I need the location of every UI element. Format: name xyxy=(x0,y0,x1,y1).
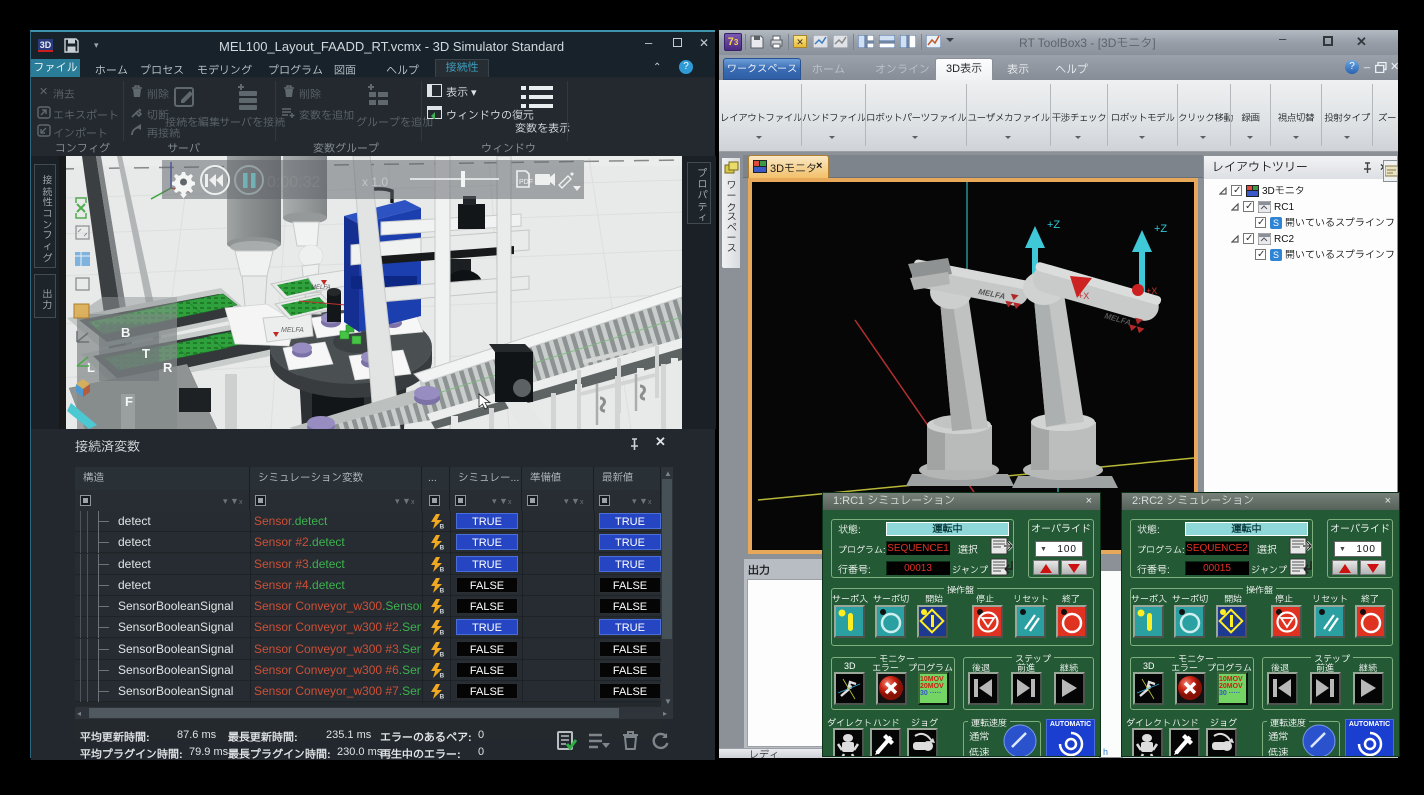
svg-text:B: B xyxy=(440,567,445,573)
svg-text:F: F xyxy=(125,394,133,409)
svg-text:B: B xyxy=(440,609,445,615)
svg-text:B: B xyxy=(440,524,445,530)
svg-text:PDF: PDF xyxy=(519,179,533,186)
svg-text:+X: +X xyxy=(1078,291,1089,301)
svg-text:0:00:32: 0:00:32 xyxy=(267,174,320,191)
svg-text:MELFA: MELFA xyxy=(311,285,331,291)
svg-text:T: T xyxy=(142,346,150,361)
svg-text:B: B xyxy=(440,694,445,700)
svg-text:B: B xyxy=(440,545,445,551)
svg-text:B: B xyxy=(440,673,445,679)
svg-text:MELFA: MELFA xyxy=(281,327,304,334)
svg-text:B: B xyxy=(121,325,130,340)
svg-text:B: B xyxy=(440,652,445,658)
svg-text:B: B xyxy=(440,588,445,594)
svg-text:R: R xyxy=(163,360,173,375)
svg-text:B: B xyxy=(440,630,445,636)
svg-text:x 1.0: x 1.0 xyxy=(362,175,388,189)
svg-text:+X: +X xyxy=(1146,286,1157,296)
svg-text:+Z: +Z xyxy=(1047,219,1060,231)
svg-text:L: L xyxy=(87,360,95,375)
svg-text:+Z: +Z xyxy=(1154,223,1167,235)
